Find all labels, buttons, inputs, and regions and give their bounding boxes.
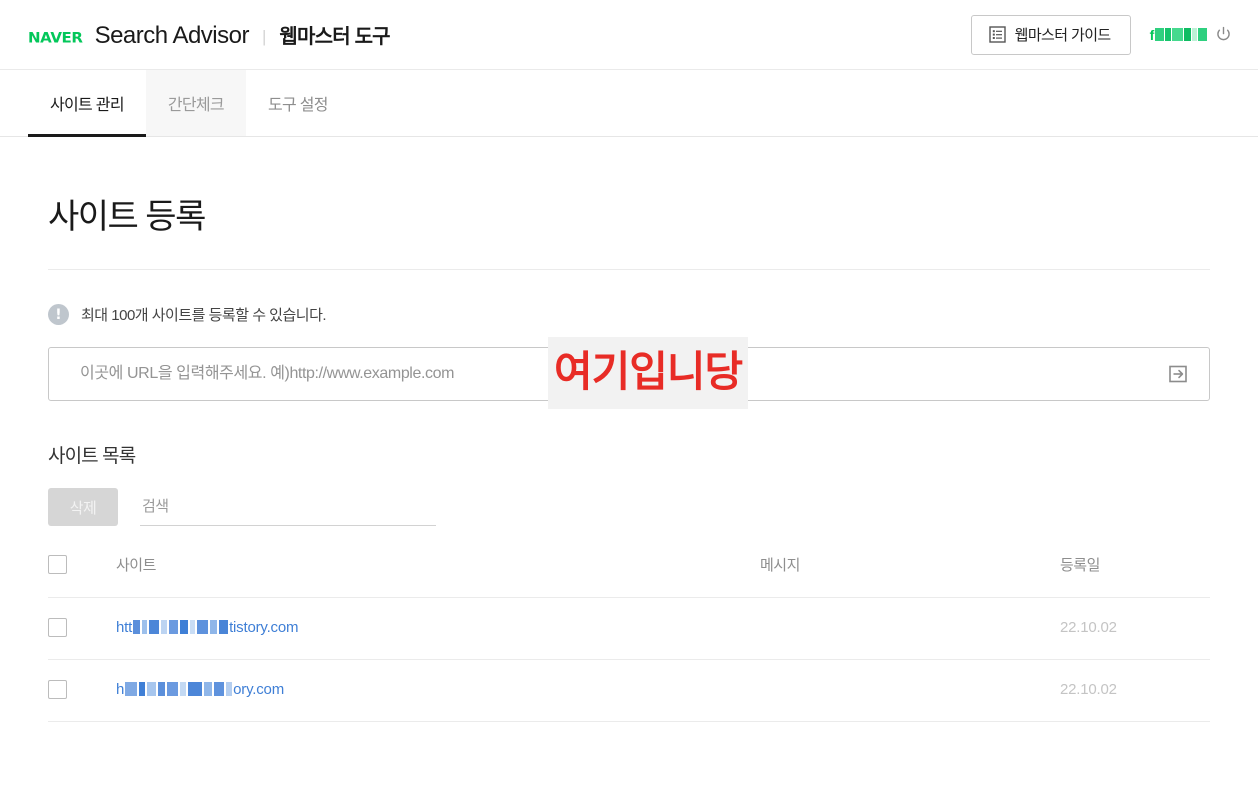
censored-block bbox=[204, 682, 213, 696]
censored-block bbox=[1172, 28, 1183, 41]
censored-block bbox=[125, 682, 138, 696]
censored-block bbox=[180, 682, 187, 696]
censored-block bbox=[210, 620, 218, 634]
censored-block bbox=[180, 620, 189, 634]
notice-text: 최대 100개 사이트를 등록할 수 있습니다. bbox=[81, 307, 327, 324]
message-cell bbox=[760, 659, 1060, 722]
table-row: h ory.com 22.10.02 bbox=[48, 659, 1210, 722]
tab-site-management[interactable]: 사이트 관리 bbox=[28, 70, 146, 137]
user-name-visible-prefix: f bbox=[1149, 26, 1155, 43]
delete-button[interactable]: 삭제 bbox=[48, 488, 118, 526]
user-area[interactable]: f bbox=[1150, 26, 1232, 43]
censored-block bbox=[167, 682, 179, 696]
censored-block bbox=[190, 620, 196, 634]
site-list-table: 사이트 메시지 등록일 htt tistory.com 22.10.02 h o… bbox=[48, 554, 1210, 722]
censored-block bbox=[142, 620, 148, 634]
tab-tool-settings[interactable]: 도구 설정 bbox=[246, 70, 350, 136]
row-select-cell bbox=[48, 597, 116, 660]
webmaster-guide-button[interactable]: 웹마스터 가이드 bbox=[970, 14, 1131, 55]
arrow-into-box-icon bbox=[1169, 365, 1187, 383]
list-document-icon bbox=[988, 26, 1006, 43]
select-all-cell bbox=[48, 554, 116, 598]
brand-separator: | bbox=[261, 26, 267, 46]
search-input[interactable] bbox=[140, 498, 436, 526]
site-url-link[interactable]: h ory.com bbox=[116, 681, 284, 698]
censored-block bbox=[147, 682, 157, 696]
app-header: NAVER Search Advisor | 웹마스터 도구 웹마스터 가이드 bbox=[0, 0, 1258, 69]
censored-block bbox=[188, 682, 203, 696]
main-tab-bar: 사이트 관리 간단체크 도구 설정 bbox=[0, 69, 1258, 137]
table-row: htt tistory.com 22.10.02 bbox=[48, 597, 1210, 660]
row-checkbox[interactable] bbox=[48, 680, 67, 699]
main-content: 사이트 등록 ! 최대 100개 사이트를 등록할 수 있습니다. 여기입니당 … bbox=[0, 189, 1258, 722]
brand: NAVER Search Advisor | 웹마스터 도구 bbox=[28, 20, 391, 50]
tab-quick-check[interactable]: 간단체크 bbox=[145, 70, 246, 136]
header-right: 웹마스터 가이드 f bbox=[970, 14, 1232, 55]
registration-date: 22.10.02 bbox=[1060, 680, 1117, 698]
censored-block bbox=[158, 682, 166, 696]
censored-block bbox=[133, 620, 141, 634]
red-annotation-text: 여기입니당 bbox=[548, 337, 749, 409]
column-header-site: 사이트 bbox=[116, 554, 760, 598]
url-submit-button[interactable] bbox=[1166, 362, 1190, 386]
site-list-controls: 삭제 bbox=[48, 488, 1210, 526]
censored-block bbox=[219, 620, 229, 634]
notice-row: ! 최대 100개 사이트를 등록할 수 있습니다. bbox=[48, 304, 1210, 325]
censored-block bbox=[1155, 28, 1164, 41]
censored-block bbox=[1184, 28, 1191, 41]
censored-block bbox=[1198, 28, 1207, 41]
censored-block bbox=[226, 682, 233, 696]
page-section-title: 웹마스터 도구 bbox=[279, 25, 390, 48]
censored-block bbox=[161, 620, 168, 634]
column-header-date: 등록일 bbox=[1060, 554, 1210, 598]
date-cell: 22.10.02 bbox=[1060, 597, 1210, 660]
censored-block bbox=[169, 620, 179, 634]
url-register-row: 여기입니당 bbox=[48, 337, 1210, 409]
censored-block bbox=[139, 682, 146, 696]
page-title: 사이트 등록 bbox=[48, 189, 1210, 270]
site-url-link[interactable]: htt tistory.com bbox=[116, 619, 298, 636]
censored-block bbox=[214, 682, 225, 696]
censored-block bbox=[197, 620, 209, 634]
censored-block bbox=[149, 620, 160, 634]
site-url-cell: htt tistory.com bbox=[116, 597, 760, 660]
naver-logo: NAVER bbox=[28, 29, 83, 46]
app-title: Search Advisor bbox=[94, 21, 250, 49]
censored-block bbox=[1192, 28, 1197, 41]
message-cell bbox=[760, 597, 1060, 660]
user-name[interactable]: f bbox=[1150, 27, 1207, 43]
date-cell: 22.10.02 bbox=[1060, 659, 1210, 722]
column-header-message: 메시지 bbox=[760, 554, 1060, 598]
webmaster-guide-label: 웹마스터 가이드 bbox=[1014, 27, 1112, 44]
site-list-title: 사이트 목록 bbox=[48, 446, 136, 467]
select-all-checkbox[interactable] bbox=[48, 555, 67, 574]
site-url-cell: h ory.com bbox=[116, 659, 760, 722]
row-select-cell bbox=[48, 659, 116, 722]
registration-date: 22.10.02 bbox=[1060, 618, 1117, 636]
censored-block bbox=[1165, 28, 1171, 41]
row-checkbox[interactable] bbox=[48, 618, 67, 637]
table-body: htt tistory.com 22.10.02 h ory.com 22.10… bbox=[48, 597, 1210, 722]
power-icon[interactable] bbox=[1215, 26, 1232, 43]
table-header-row: 사이트 메시지 등록일 bbox=[48, 554, 1210, 598]
exclamation-icon: ! bbox=[48, 304, 69, 325]
